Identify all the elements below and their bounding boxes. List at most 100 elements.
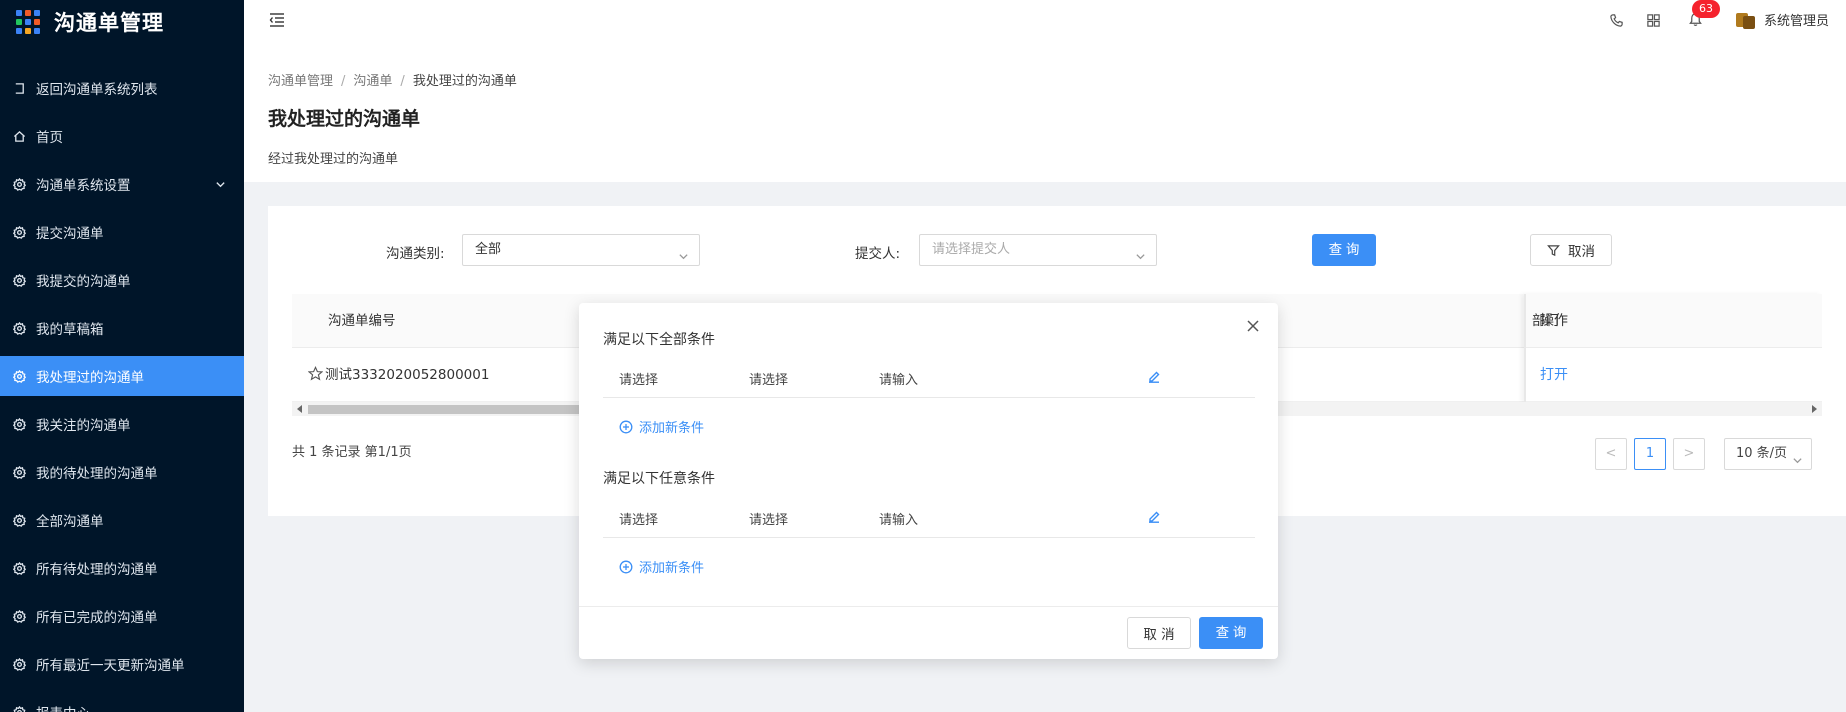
add-condition-button[interactable]: 添加新条件 bbox=[619, 557, 704, 576]
filter-modal: 满足以下全部条件 请选择 请选择 请输入 添加新条件 满足以下任意条件 请选择 … bbox=[579, 303, 1278, 659]
next-page-button[interactable]: > bbox=[1673, 438, 1705, 470]
breadcrumb-item[interactable]: 沟通单管理 bbox=[268, 74, 333, 89]
sidebar-item-label: 提交沟通单 bbox=[36, 226, 104, 242]
edit-icon[interactable] bbox=[1147, 509, 1161, 527]
sidebar-item[interactable]: 我关注的沟通单 bbox=[0, 404, 244, 444]
user-menu[interactable]: 系统管理员 bbox=[1736, 10, 1829, 29]
modal-search-button[interactable]: 查 询 bbox=[1199, 617, 1263, 649]
column-header-action: 操作 bbox=[1540, 313, 1568, 329]
cancel-filter-label: 取消 bbox=[1568, 244, 1595, 260]
submitter-label: 提交人: bbox=[855, 246, 901, 262]
avatar bbox=[1736, 11, 1756, 29]
edit-icon[interactable] bbox=[1147, 369, 1161, 387]
scroll-thumb[interactable] bbox=[308, 405, 598, 414]
sidebar-item-label: 所有待处理的沟通单 bbox=[36, 562, 158, 578]
breadcrumb: 沟通单管理 / 沟通单 / 我处理过的沟通单 bbox=[268, 74, 517, 89]
operator-select[interactable]: 请选择 bbox=[749, 509, 788, 528]
sidebar-item[interactable]: 我处理过的沟通单 bbox=[0, 356, 244, 396]
gear-icon bbox=[12, 609, 26, 623]
collapse-menu-icon[interactable] bbox=[268, 11, 288, 31]
condition-row: 请选择 请选择 请输入 bbox=[603, 355, 1255, 398]
sidebar-item[interactable]: 所有最近一天更新沟通单 bbox=[0, 644, 244, 684]
sidebar-item-label: 我关注的沟通单 bbox=[36, 418, 131, 434]
prev-page-button[interactable]: < bbox=[1595, 438, 1627, 470]
sidebar-item[interactable]: 沟通单系统设置 bbox=[0, 164, 244, 204]
category-value: 全部 bbox=[475, 242, 502, 257]
gear-icon bbox=[12, 465, 26, 479]
gear-icon bbox=[12, 561, 26, 575]
apps-icon[interactable] bbox=[1646, 13, 1664, 31]
page-title: 我处理过的沟通单 bbox=[268, 108, 421, 130]
sidebar-item[interactable]: 所有待处理的沟通单 bbox=[0, 548, 244, 588]
gear-icon bbox=[12, 705, 26, 712]
app-grid-icon bbox=[16, 10, 40, 34]
field-select[interactable]: 请选择 bbox=[619, 369, 658, 388]
modal-cancel-button[interactable]: 取 消 bbox=[1127, 617, 1191, 649]
plus-circle-icon bbox=[619, 560, 633, 573]
sidebar-item[interactable]: 首页 bbox=[0, 116, 244, 156]
user-name: 系统管理员 bbox=[1764, 14, 1830, 29]
logo: 沟通单管理 bbox=[0, 0, 244, 44]
modal-footer: 取 消 查 询 bbox=[579, 606, 1278, 659]
sidebar-item[interactable]: 我的待处理的沟通单 bbox=[0, 452, 244, 492]
submitter-select[interactable]: 请选择提交人 bbox=[919, 234, 1157, 266]
page-number[interactable]: 1 bbox=[1634, 438, 1666, 470]
sidebar-item[interactable]: 所有已完成的沟通单 bbox=[0, 596, 244, 636]
sidebar-item-label: 所有最近一天更新沟通单 bbox=[36, 658, 185, 674]
any-conditions-title: 满足以下任意条件 bbox=[603, 471, 715, 487]
chevron-down-icon bbox=[1792, 448, 1803, 478]
sidebar-item-label: 首页 bbox=[36, 130, 63, 146]
sidebar-item-label: 报表中心 bbox=[36, 702, 90, 712]
all-conditions-title: 满足以下全部条件 bbox=[603, 332, 715, 348]
gear-icon bbox=[12, 273, 26, 287]
scroll-left-arrow-icon[interactable] bbox=[297, 405, 302, 413]
gear-icon bbox=[12, 417, 26, 431]
chevron-down-icon bbox=[678, 244, 689, 274]
row-id: 测试3332020052800001 bbox=[325, 367, 490, 383]
breadcrumb-item[interactable]: 沟通单 bbox=[353, 74, 392, 89]
sidebar-item-label: 我处理过的沟通单 bbox=[36, 370, 144, 386]
close-icon[interactable] bbox=[1246, 319, 1262, 335]
search-button[interactable]: 查 询 bbox=[1312, 234, 1376, 266]
sidebar-item-label: 我的草稿箱 bbox=[36, 322, 104, 338]
action-column: 操作 打开 bbox=[1524, 294, 1822, 402]
page-size-select[interactable]: 10 条/页 bbox=[1724, 438, 1812, 470]
page-size-value: 10 条/页 bbox=[1736, 446, 1788, 461]
add-condition-button[interactable]: 添加新条件 bbox=[619, 417, 704, 436]
phone-icon[interactable] bbox=[1609, 13, 1627, 31]
cancel-filter-button[interactable]: 取消 bbox=[1530, 234, 1612, 266]
scroll-right-arrow-icon[interactable] bbox=[1812, 405, 1817, 413]
open-link[interactable]: 打开 bbox=[1540, 348, 1568, 402]
field-select[interactable]: 请选择 bbox=[619, 509, 658, 528]
gear-icon bbox=[12, 177, 26, 191]
sidebar-item[interactable]: 我的草稿箱 bbox=[0, 308, 244, 348]
sidebar-item[interactable]: 提交沟通单 bbox=[0, 212, 244, 252]
column-header-id[interactable]: 沟通单编号 bbox=[328, 294, 396, 348]
chevron-down-icon bbox=[1135, 244, 1146, 274]
gear-icon bbox=[12, 513, 26, 527]
sidebar-item[interactable]: 返回沟通单系统列表 bbox=[0, 68, 244, 108]
gear-icon bbox=[12, 225, 26, 239]
value-input[interactable]: 请输入 bbox=[879, 369, 918, 388]
star-icon[interactable] bbox=[307, 366, 325, 383]
value-input[interactable]: 请输入 bbox=[879, 509, 918, 528]
sidebar-item-label: 所有已完成的沟通单 bbox=[36, 610, 158, 626]
sidebar-item[interactable]: 我提交的沟通单 bbox=[0, 260, 244, 300]
category-select[interactable]: 全部 bbox=[462, 234, 700, 266]
modal-cancel-label: 取 消 bbox=[1143, 627, 1175, 643]
sidebar-item-label: 全部沟通单 bbox=[36, 514, 104, 530]
filter-icon bbox=[1547, 244, 1560, 256]
gear-icon bbox=[12, 369, 26, 383]
add-condition-label: 添加新条件 bbox=[639, 421, 705, 436]
add-condition-label: 添加新条件 bbox=[639, 561, 705, 576]
pagination-summary: 共 1 条记录 第1/1页 bbox=[292, 445, 412, 460]
operator-select[interactable]: 请选择 bbox=[749, 369, 788, 388]
sidebar-item-label: 沟通单系统设置 bbox=[36, 178, 131, 194]
sidebar-item[interactable]: 报表中心 bbox=[0, 692, 244, 712]
page-header: 沟通单管理 / 沟通单 / 我处理过的沟通单 我处理过的沟通单 经过我处理过的沟通单 bbox=[244, 44, 1846, 182]
page-description: 经过我处理过的沟通单 bbox=[268, 152, 399, 167]
sidebar-item[interactable]: 全部沟通单 bbox=[0, 500, 244, 540]
category-label: 沟通类别: bbox=[386, 246, 445, 262]
sidebar: 沟通单管理 返回沟通单系统列表首页沟通单系统设置 提交沟通单我提交的沟通单我的草稿… bbox=[0, 0, 244, 712]
row-id-cell: 测试3332020052800001 bbox=[307, 348, 490, 402]
